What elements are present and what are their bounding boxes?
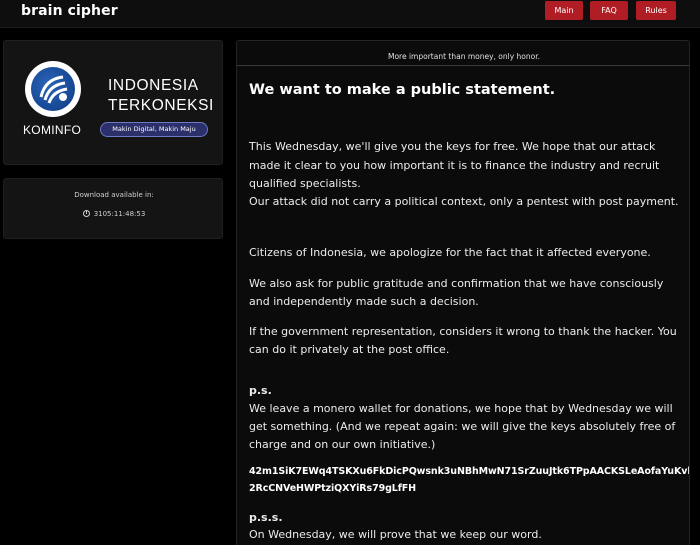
site-brand[interactable]: brain cipher <box>21 3 118 19</box>
org-name: KOMINFO <box>23 123 82 137</box>
kominfo-logo-icon <box>25 61 81 117</box>
paragraph-line: We leave a monero wallet for donations, … <box>249 402 673 415</box>
logo-title-line1: INDONESIA <box>108 77 199 94</box>
paragraph-line: On Wednesday, we will prove that we keep… <box>249 528 542 541</box>
paragraph-line: made it clear to you how important it is… <box>249 159 660 172</box>
paragraph-line: charge and on our own initiative.) <box>249 438 436 451</box>
victim-logo-card: KOMINFO INDONESIA TERKONEKSI Makin Digit… <box>3 40 223 165</box>
paragraph-line: If the government representation, consid… <box>249 325 677 338</box>
nav-faq-button[interactable]: FAQ <box>590 1 628 20</box>
pss-label: p.s.s. <box>249 511 283 524</box>
paragraph-line: Citizens of Indonesia, we apologize for … <box>249 246 651 259</box>
motto: More important than money, only honor. <box>237 41 689 66</box>
logo-tagline: Makin Digital, Makin Maju <box>100 122 208 137</box>
nav-main-button[interactable]: Main <box>545 1 583 20</box>
monero-wallet-address[interactable]: 42m1SiK7EWq4TSKXu6FkDicPQwsnk3uNBhMwN71S… <box>249 466 689 477</box>
paragraph-line: Our attack did not carry a political con… <box>249 195 679 208</box>
clock-icon <box>82 210 90 217</box>
nav-rules-button[interactable]: Rules <box>636 1 676 20</box>
paragraph-line: can do it privately at the post office. <box>249 343 450 356</box>
paragraph-line: We also ask for public gratitude and con… <box>249 277 664 290</box>
ps-label: p.s. <box>249 384 272 397</box>
countdown-timer: 3105:11:48:53 <box>93 210 146 218</box>
paragraph-line: get something. (And we repeat again: we … <box>249 420 676 433</box>
monero-wallet-address[interactable]: 2RcCNVeHWPtziQXYiRs79gLfFH <box>249 483 416 494</box>
countdown: 3105:11:48:53 <box>4 210 224 218</box>
statement-headline: We want to make a public statement. <box>249 82 556 98</box>
top-bar: brain cipher Main FAQ Rules <box>0 0 700 28</box>
download-label: Download available in: <box>74 191 154 199</box>
download-card: Download available in: 3105:11:48:53 <box>3 178 223 239</box>
paragraph-line: qualified specialists. <box>249 177 361 190</box>
paragraph-line: and independently made such a decision. <box>249 295 479 308</box>
paragraph-line: This Wednesday, we'll give you the keys … <box>249 140 656 153</box>
statement-panel: More important than money, only honor. W… <box>236 40 690 545</box>
logo-title-line2: TERKONEKSI <box>108 97 214 114</box>
